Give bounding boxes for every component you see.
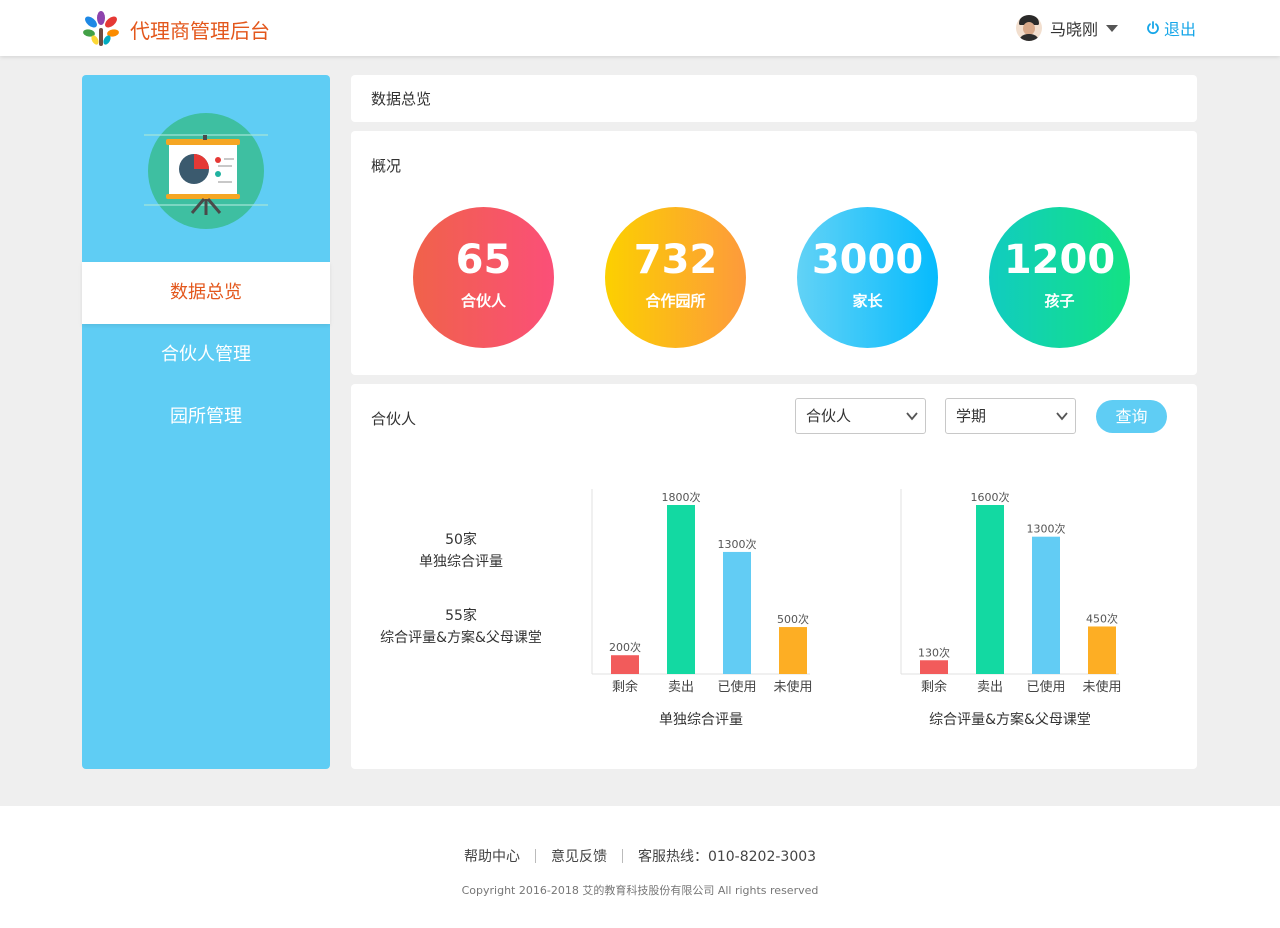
tick-label: 卖出 <box>668 680 694 695</box>
bar-chart-standalone: 200次剩余 1800次卖出 1300次已使用 500次未使用单独综合评量 <box>591 489 813 728</box>
page-title: 数据总览 <box>371 90 432 108</box>
data-label: 1600次 <box>971 490 1010 504</box>
stat-value: 732 <box>633 237 718 283</box>
copyright: Copyright 2016-2018 艾的教育科技股份有限公司 All rig… <box>461 884 819 897</box>
bar <box>920 660 948 674</box>
divider <box>621 849 623 863</box>
chevron-down-icon <box>906 412 918 421</box>
overview-card: 概况 65 合伙人 732 合作园所 3000 家长 1200 孩子 <box>351 131 1197 375</box>
tick-label: 已使用 <box>717 679 756 695</box>
logout-button[interactable]: 退出 <box>1146 16 1196 40</box>
stat-value: 65 <box>455 237 512 283</box>
stat-parents: 3000 家长 <box>797 207 938 348</box>
chart-title: 单独综合评量 <box>659 712 743 728</box>
stat-value: 3000 <box>811 237 924 283</box>
partner-select[interactable]: 合伙人 <box>795 398 926 434</box>
hotline-text: 客服热线：010-8202-3003 <box>637 849 817 865</box>
stat-label: 家长 <box>852 292 883 310</box>
bar <box>723 551 751 674</box>
stat-label: 合伙人 <box>460 292 506 310</box>
stat-value: 1200 <box>1003 237 1116 283</box>
summary-standalone: 50家 单独综合评量 <box>351 529 571 573</box>
footer: 帮助中心 意见反馈 客服热线：010-8202-3003 Copyright 201… <box>0 806 1280 928</box>
data-label: 1800次 <box>662 490 701 504</box>
semester-select[interactable]: 学期 <box>945 398 1076 434</box>
data-label: 1300次 <box>1027 522 1066 536</box>
stat-label: 合作园所 <box>645 292 706 310</box>
sidebar: 数据总览 合伙人管理 园所管理 <box>82 75 330 769</box>
summary-desc: 综合评量&方案&父母课堂 <box>380 630 542 646</box>
tick-label: 卖出 <box>977 680 1003 695</box>
user-menu[interactable]: 马晓刚 <box>1016 14 1119 42</box>
top-header: 代理商管理后台 马晓刚 退出 <box>0 0 1280 56</box>
feedback-link[interactable]: 意见反馈 <box>551 849 607 865</box>
divider <box>534 849 536 863</box>
partner-select-value: 合伙人 <box>806 407 852 425</box>
user-name[interactable]: 马晓刚 <box>1050 16 1098 40</box>
data-label: 450次 <box>1086 611 1118 625</box>
logout-label: 退出 <box>1164 20 1197 39</box>
app-title: 代理商管理后台 <box>130 19 270 43</box>
summary-combined: 55家 综合评量&方案&父母课堂 <box>351 605 571 649</box>
caret-down-icon[interactable] <box>1106 24 1119 32</box>
sidebar-item-data-overview[interactable]: 数据总览 <box>82 262 330 324</box>
avatar[interactable] <box>1016 15 1042 41</box>
bar <box>976 505 1004 674</box>
presentation-board-pie-chart-icon <box>144 113 268 229</box>
stat-partners: 65 合伙人 <box>413 207 554 348</box>
summary-count: 55家 <box>445 608 477 624</box>
bar <box>1088 626 1116 674</box>
bar <box>779 627 807 674</box>
power-icon <box>1147 21 1159 35</box>
colorful-tree-logo-icon[interactable] <box>82 10 120 48</box>
tick-label: 剩余 <box>921 679 947 695</box>
data-label: 500次 <box>777 612 809 626</box>
chart-combined-assessment: 130次剩余 1600次卖出 1300次已使用 450次未使用综合评量&方案&父母课堂 <box>885 484 1135 738</box>
summary-desc: 单独综合评量 <box>419 554 503 570</box>
tick-label: 未使用 <box>773 679 812 695</box>
summary-count: 50家 <box>445 532 477 548</box>
chart-standalone-assessment: 200次剩余 1800次卖出 1300次已使用 500次未使用单独综合评量 <box>576 484 826 738</box>
tick-label: 未使用 <box>1082 679 1121 695</box>
tick-label: 已使用 <box>1026 679 1065 695</box>
stat-label: 孩子 <box>1044 292 1075 310</box>
partner-card: 合伙人 合伙人 学期 查询 50家 单独综合评量 55家 综合评量&方案&父母课… <box>351 384 1197 769</box>
overview-title: 概况 <box>371 157 402 175</box>
footer-links: 帮助中心 意见反馈 客服热线：010-8202-3003 <box>0 846 1280 866</box>
stat-children: 1200 孩子 <box>989 207 1130 348</box>
chart-title: 综合评量&方案&父母课堂 <box>929 711 1091 728</box>
bar-chart-combined: 130次剩余 1600次卖出 1300次已使用 450次未使用综合评量&方案&父母课堂 <box>900 489 1122 728</box>
partner-title: 合伙人 <box>371 410 417 428</box>
bar <box>1032 536 1060 674</box>
data-label: 1300次 <box>718 537 757 551</box>
semester-select-value: 学期 <box>956 407 987 425</box>
help-center-link[interactable]: 帮助中心 <box>464 849 520 865</box>
sidebar-item-partner-management[interactable]: 合伙人管理 <box>82 324 330 386</box>
bar <box>667 505 695 674</box>
chevron-down-icon <box>1056 412 1068 421</box>
data-label: 130次 <box>918 645 950 659</box>
query-button[interactable]: 查询 <box>1096 400 1167 433</box>
sidebar-item-kindergarten-management[interactable]: 园所管理 <box>82 386 330 448</box>
stat-kindergartens: 732 合作园所 <box>605 207 746 348</box>
tick-label: 剩余 <box>612 679 638 695</box>
data-label: 200次 <box>609 640 641 654</box>
breadcrumb: 数据总览 <box>351 75 1197 122</box>
bar <box>611 655 639 674</box>
